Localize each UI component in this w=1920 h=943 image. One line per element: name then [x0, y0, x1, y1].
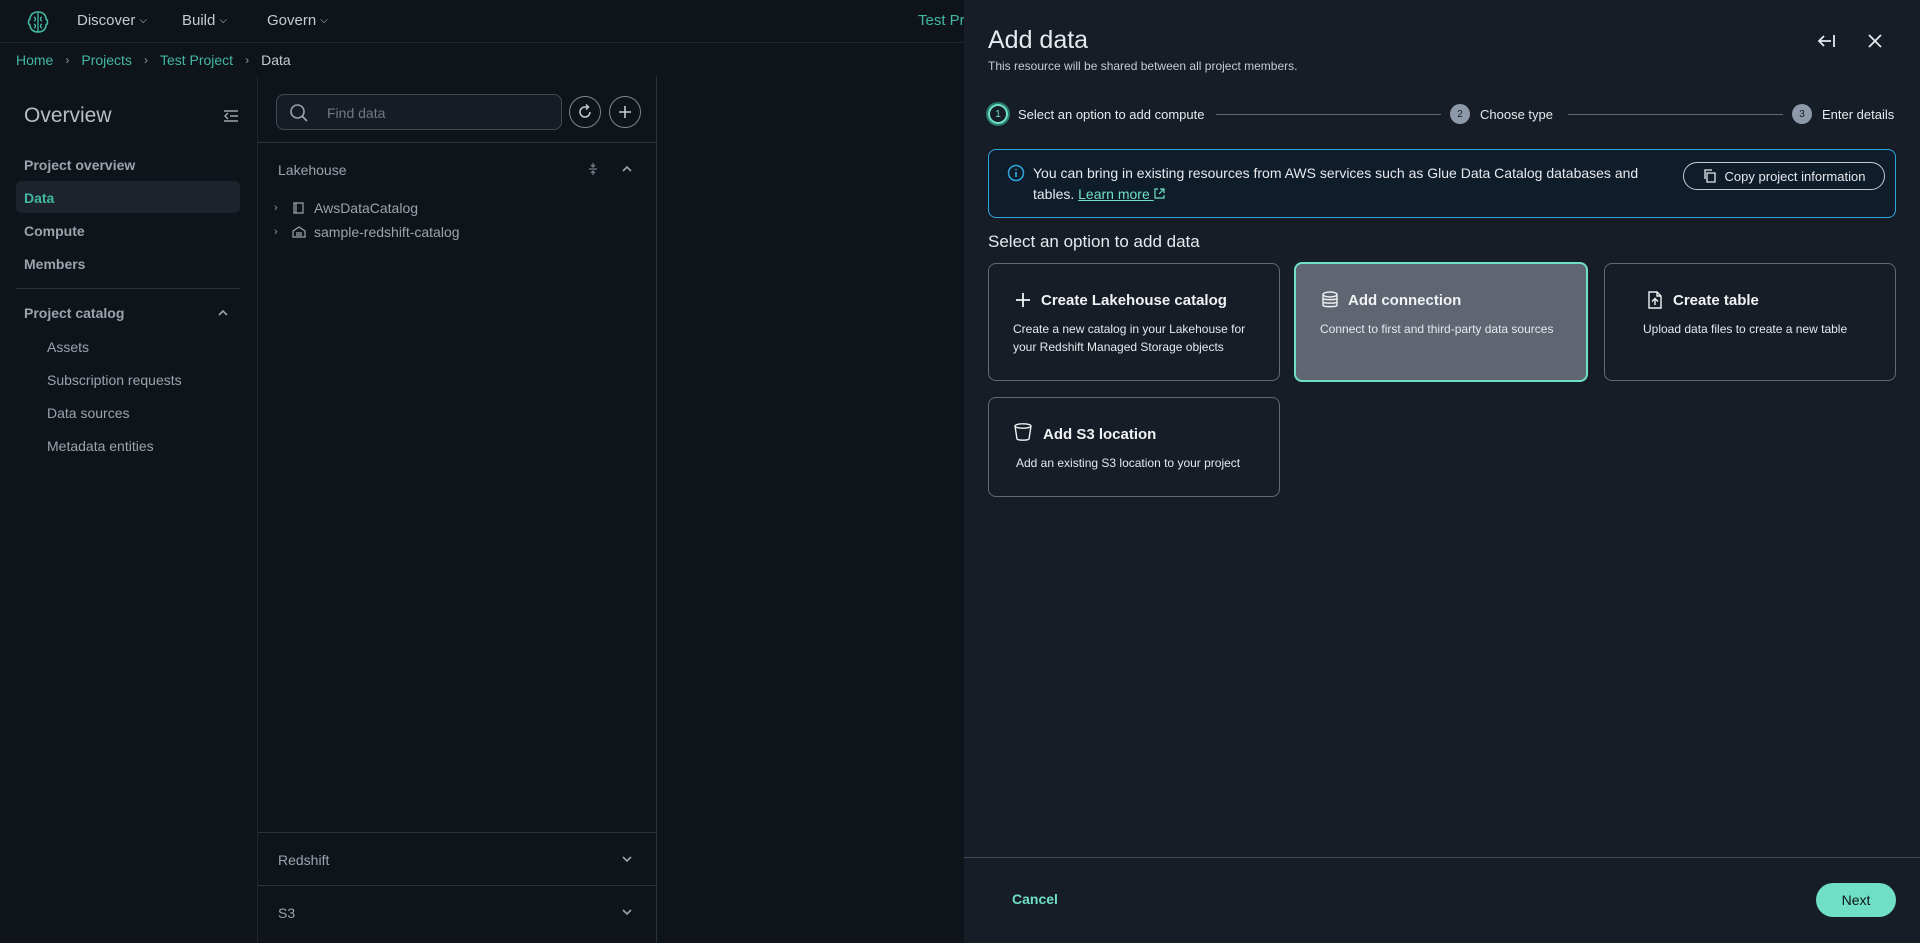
bucket-icon	[1014, 423, 1032, 441]
section-title: Select an option to add data	[988, 232, 1200, 251]
section-lakehouse[interactable]: Lakehouse	[278, 162, 347, 178]
learn-more-link[interactable]: Learn more	[1078, 186, 1165, 202]
chevron-down-icon[interactable]	[620, 852, 634, 866]
book-icon	[293, 202, 304, 214]
plus-icon	[619, 106, 631, 118]
info-alert: You can bring in existing resources from…	[988, 149, 1896, 218]
search-input[interactable]	[327, 103, 547, 123]
nav-menu-build[interactable]: Build ⌵	[182, 12, 227, 29]
add-data-drawer: Add data This resource will be shared be…	[964, 0, 1920, 943]
section-s3[interactable]: S3	[278, 905, 295, 921]
option-card-create-table[interactable]: Create table Upload data files to create…	[1604, 263, 1896, 381]
file-upload-icon	[1648, 291, 1662, 309]
step-connector	[1568, 114, 1783, 115]
option-title: Create table	[1673, 292, 1759, 309]
copy-icon	[1703, 169, 1716, 183]
chevron-up-icon[interactable]	[620, 162, 634, 176]
chevron-right-icon: ›	[65, 53, 70, 67]
breadcrumb-current: Data	[261, 52, 291, 68]
sidebar-item-members[interactable]: Members	[24, 256, 85, 272]
sidebar-divider	[16, 288, 240, 289]
drawer-subtitle: This resource will be shared between all…	[988, 59, 1298, 73]
cancel-button[interactable]: Cancel	[1012, 891, 1058, 907]
chevron-right-icon[interactable]: ›	[274, 202, 284, 214]
nav-menu-govern[interactable]: Govern ⌵	[267, 12, 328, 29]
step-label-1: Select an option to add compute	[1018, 107, 1205, 122]
sidebar-section-project-catalog[interactable]: Project catalog	[24, 305, 124, 321]
chevron-down-icon: ⌵	[139, 15, 147, 26]
panel-divider	[258, 885, 657, 886]
step-indicator-3: 3	[1792, 104, 1812, 124]
sidebar-item-project-overview[interactable]: Project overview	[24, 157, 135, 173]
chevron-right-icon: ›	[143, 53, 148, 67]
database-icon	[1322, 291, 1338, 308]
sidebar-title: Overview	[24, 104, 112, 127]
drawer-title: Add data	[988, 26, 1089, 54]
tree-item-awsdatacatalog[interactable]: › AwsDataCatalog	[274, 198, 418, 218]
breadcrumb-test-project[interactable]: Test Project	[160, 52, 233, 68]
option-card-create-lakehouse-catalog[interactable]: Create Lakehouse catalog Create a new ca…	[988, 263, 1280, 381]
step-label-2: Choose type	[1480, 107, 1553, 122]
step-indicator-2: 2	[1450, 104, 1470, 124]
chevron-right-icon: ›	[245, 53, 250, 67]
tree-item-sample-redshift-catalog[interactable]: › sample-redshift-catalog	[274, 222, 460, 242]
chevron-down-icon[interactable]	[620, 905, 634, 919]
brain-logo-icon[interactable]	[24, 8, 52, 36]
option-description: Create a new catalog in your Lakehouse f…	[1013, 322, 1246, 354]
sidebar-item-subscription-requests[interactable]: Subscription requests	[47, 372, 182, 388]
footer-divider	[964, 857, 1920, 858]
chevron-right-icon[interactable]: ›	[274, 226, 284, 238]
option-title: Add S3 location	[1043, 426, 1157, 443]
nav-menu-discover[interactable]: Discover ⌵	[77, 12, 147, 29]
step-connector	[1216, 114, 1441, 115]
option-card-add-s3-location[interactable]: Add S3 location Add an existing S3 locat…	[988, 397, 1280, 497]
breadcrumb-projects[interactable]: Projects	[81, 52, 132, 68]
collapse-drawer-icon[interactable]	[1816, 30, 1838, 52]
search-icon	[290, 104, 308, 122]
breadcrumb: Home › Projects › Test Project › Data	[16, 50, 291, 70]
sidebar-item-compute[interactable]: Compute	[24, 223, 85, 239]
option-card-add-connection[interactable]: Add connection Connect to first and thir…	[1294, 262, 1588, 382]
refresh-button[interactable]	[569, 96, 601, 128]
section-redshift[interactable]: Redshift	[278, 852, 329, 868]
sidebar-item-metadata-entities[interactable]: Metadata entities	[47, 438, 154, 454]
project-selector[interactable]: Test Pr	[918, 12, 965, 29]
chevron-down-icon: ⌵	[219, 15, 227, 26]
warehouse-icon	[292, 226, 306, 238]
sidebar-item-data-sources[interactable]: Data sources	[47, 405, 129, 421]
collapse-sidebar-icon[interactable]	[222, 107, 240, 125]
option-title: Create Lakehouse catalog	[1041, 292, 1227, 309]
panel-divider	[258, 832, 657, 833]
add-data-button[interactable]	[609, 96, 641, 128]
info-icon	[1007, 164, 1025, 182]
option-description: Upload data files to create a new table	[1643, 322, 1848, 336]
panel-divider	[258, 142, 657, 143]
close-icon[interactable]	[1864, 30, 1886, 52]
sidebar: Overview Project overview Data Compute M…	[0, 76, 256, 943]
collapse-all-icon[interactable]	[586, 162, 600, 176]
plus-icon	[1016, 293, 1030, 307]
chevron-up-icon[interactable]	[216, 306, 230, 320]
next-button[interactable]: Next	[1816, 883, 1896, 917]
empty-canvas	[658, 76, 964, 943]
search-box[interactable]	[276, 94, 562, 130]
wizard-steps: 1 Select an option to add compute 2 Choo…	[988, 102, 1898, 126]
option-description: Connect to first and third-party data so…	[1320, 322, 1554, 336]
info-text: You can bring in existing resources from…	[1033, 165, 1639, 202]
copy-project-information-button[interactable]: Copy project information	[1683, 162, 1885, 190]
breadcrumb-home[interactable]: Home	[16, 52, 53, 68]
data-explorer-panel: Lakehouse › AwsDataCatalog › sample-reds…	[257, 76, 657, 943]
option-description: Add an existing S3 location to your proj…	[1016, 456, 1241, 470]
sidebar-item-assets[interactable]: Assets	[47, 339, 89, 355]
step-label-3: Enter details	[1822, 107, 1895, 122]
step-indicator-1: 1	[988, 104, 1008, 124]
sidebar-item-data[interactable]: Data	[24, 190, 54, 206]
external-link-icon	[1154, 188, 1165, 199]
chevron-down-icon: ⌵	[320, 15, 328, 26]
option-title: Add connection	[1348, 292, 1462, 309]
refresh-icon	[579, 103, 591, 118]
